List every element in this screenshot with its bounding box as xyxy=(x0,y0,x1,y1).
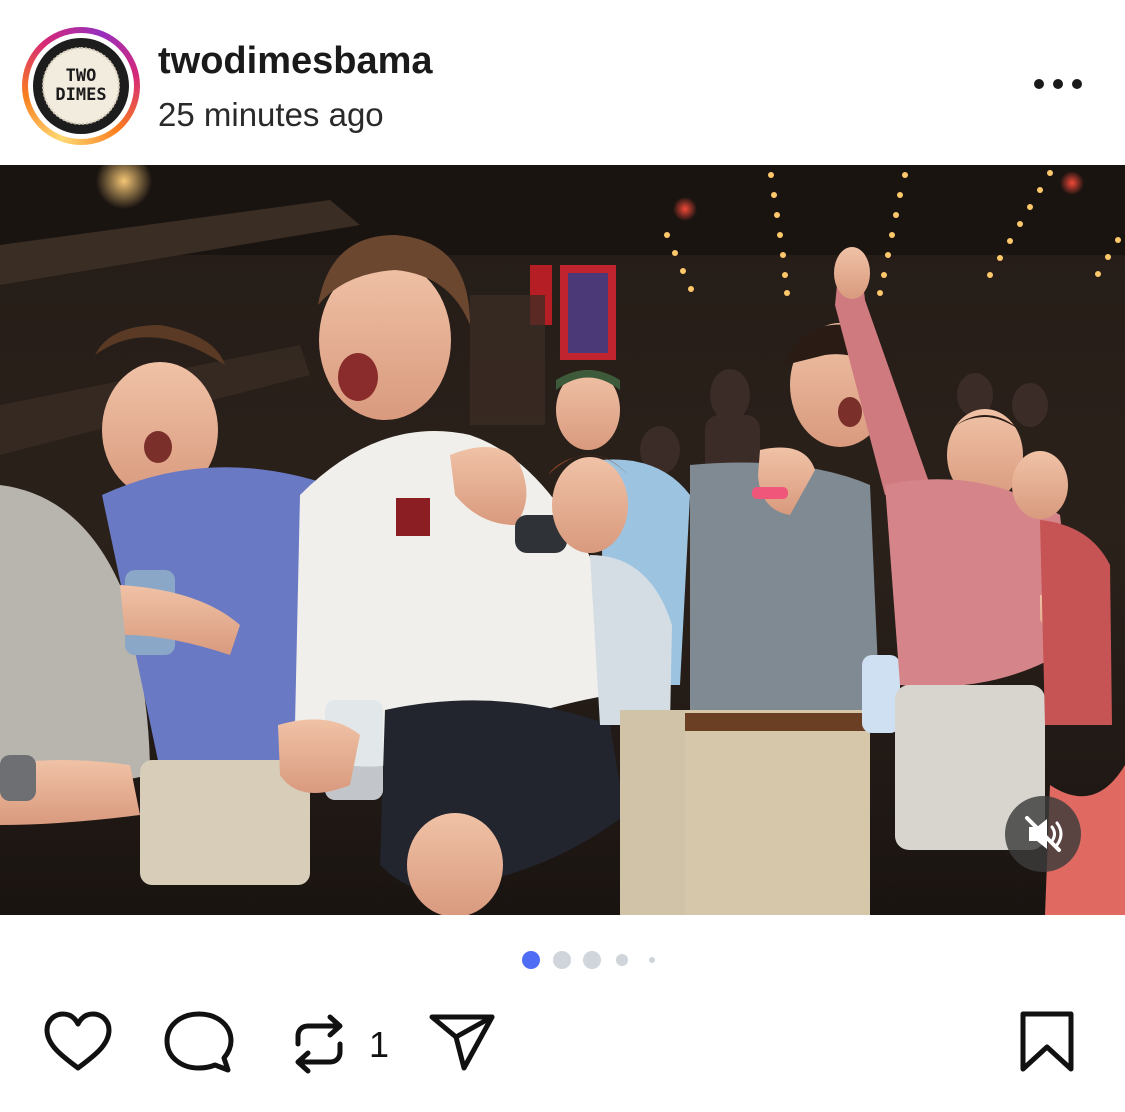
bookmark-icon xyxy=(1020,1011,1074,1072)
repost-icon xyxy=(295,1014,343,1074)
heart-icon xyxy=(44,1011,112,1071)
share-button[interactable] xyxy=(428,1012,496,1072)
save-button[interactable] xyxy=(1018,1010,1076,1074)
post-header: TWO DIMES twodimesbama 25 minutes ago xyxy=(0,0,1125,165)
carousel-dot[interactable] xyxy=(553,951,571,969)
avatar[interactable]: TWO DIMES xyxy=(33,38,129,134)
username[interactable]: twodimesbama xyxy=(158,40,433,83)
more-dot-icon xyxy=(1053,79,1063,89)
repost-button[interactable] xyxy=(288,1012,350,1076)
carousel-dot[interactable] xyxy=(616,954,628,966)
carousel-indicator xyxy=(0,947,1125,973)
carousel-dot[interactable] xyxy=(649,957,655,963)
speaker-muted-icon xyxy=(1025,816,1063,852)
comment-button[interactable] xyxy=(164,1010,234,1076)
post-timestamp: 25 minutes ago xyxy=(158,96,384,133)
like-button[interactable] xyxy=(42,1010,114,1074)
carousel-dot[interactable] xyxy=(583,951,601,969)
send-icon xyxy=(429,1014,495,1071)
party-crowd-photo xyxy=(0,165,1125,915)
carousel-dot-active[interactable] xyxy=(522,951,540,969)
story-ring[interactable]: TWO DIMES xyxy=(22,27,140,145)
comment-icon xyxy=(164,1011,234,1073)
post-image[interactable] xyxy=(0,165,1125,915)
repost-count: 1 xyxy=(369,1024,390,1065)
avatar-logo-text: TWO DIMES xyxy=(55,66,107,105)
mute-toggle-button[interactable] xyxy=(1005,796,1081,872)
more-options-button[interactable] xyxy=(1030,70,1086,98)
post-action-bar xyxy=(0,1000,1125,1090)
more-dot-icon xyxy=(1072,79,1082,89)
more-dot-icon xyxy=(1034,79,1044,89)
